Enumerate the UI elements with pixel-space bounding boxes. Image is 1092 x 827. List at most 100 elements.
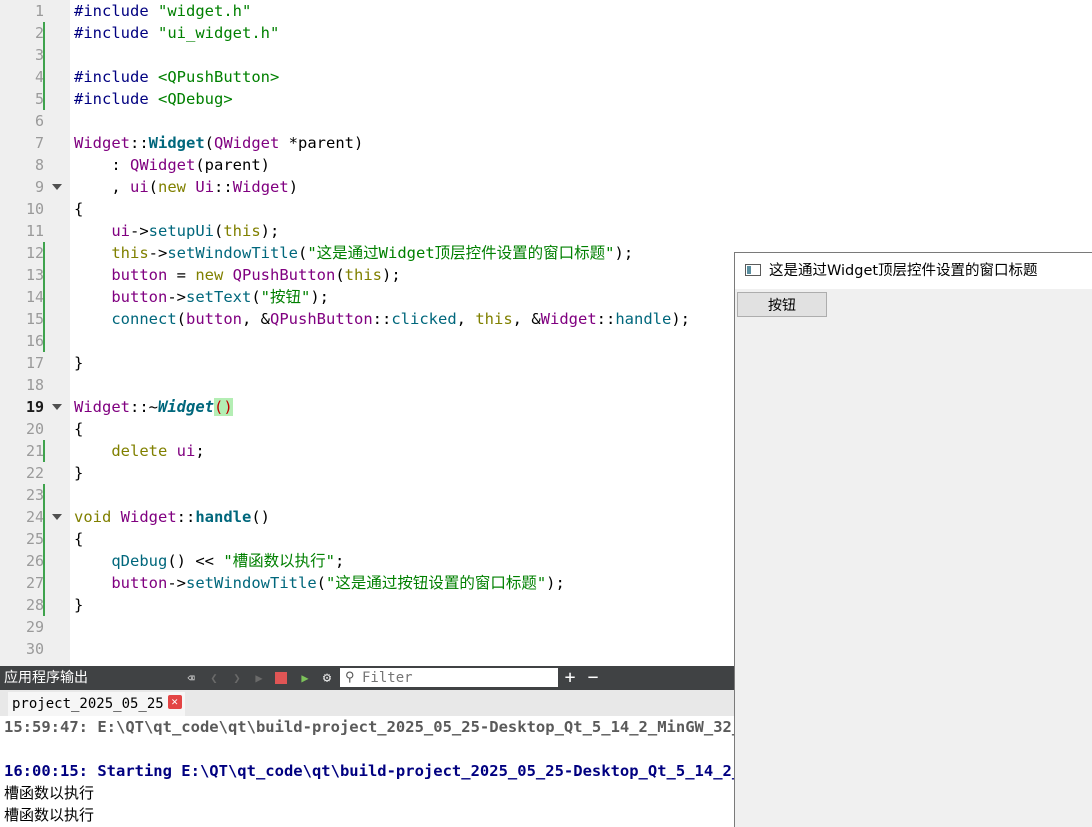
output-pane-toolbar: 应用程序输出 ⌫ ❮ ❯ ▶ ▶ ⚙ ⚲ + −	[0, 666, 734, 690]
code-line: 5 #include <QDebug>	[0, 88, 1092, 110]
close-icon[interactable]: ✕	[167, 694, 182, 709]
window-icon	[745, 264, 761, 276]
stop-icon[interactable]	[275, 672, 287, 684]
line-number: 18	[25, 376, 44, 394]
arrow-right-icon[interactable]: ❯	[230, 671, 244, 685]
code-text: qDebug() << "槽函数以执行";	[111, 552, 345, 570]
line-number: 14	[25, 288, 44, 306]
debug-run-icon[interactable]: ▶	[298, 671, 312, 685]
line-number: 9	[34, 178, 44, 196]
line-number: 3	[34, 46, 44, 64]
code-line: 8 : QWidget(parent)	[0, 154, 1092, 176]
code-line: 2 #include "ui_widget.h"	[0, 22, 1092, 44]
code-text: button = new QPushButton(this);	[111, 266, 401, 284]
filter-input[interactable]	[362, 668, 552, 687]
line-number: 30	[25, 640, 44, 658]
code-text: {	[74, 420, 84, 438]
code-line: 6	[0, 110, 1092, 132]
line-number: 23	[25, 486, 44, 504]
line-number: 5	[34, 90, 44, 108]
app-window: 这是通过Widget顶层控件设置的窗口标题 按钮	[734, 252, 1092, 827]
fold-arrow-icon[interactable]	[52, 184, 62, 190]
line-number: 13	[25, 266, 44, 284]
line-number: 7	[34, 134, 44, 152]
modified-line-marker	[43, 66, 45, 88]
code-text: #include "widget.h"	[74, 2, 252, 20]
code-text: #include "ui_widget.h"	[74, 24, 280, 42]
modified-line-marker	[43, 506, 45, 528]
fold-arrow-icon[interactable]	[52, 404, 62, 410]
code-line: 9 , ui(new Ui::Widget)	[0, 176, 1092, 198]
modified-line-marker	[43, 264, 45, 286]
line-number: 8	[34, 156, 44, 174]
search-icon: ⚲	[345, 670, 355, 685]
output-line: 15:59:47: E:\QT\qt_code\qt\build-project…	[4, 718, 734, 736]
modified-line-marker	[43, 308, 45, 330]
code-text: , ui(new Ui::Widget)	[74, 178, 299, 196]
line-number: 17	[25, 354, 44, 372]
broom-icon[interactable]: ⌫	[184, 671, 198, 685]
code-text: }	[74, 464, 84, 482]
line-number: 28	[25, 596, 44, 614]
code-line: 10 {	[0, 198, 1092, 220]
line-number: 15	[25, 310, 44, 328]
code-text: delete ui;	[111, 442, 205, 460]
line-number: 20	[25, 420, 44, 438]
line-number: 2	[34, 24, 44, 42]
output-tab-label: project_2025_05_25	[12, 696, 164, 712]
arrow-left-icon[interactable]: ❮	[207, 671, 221, 685]
modified-line-marker	[43, 594, 45, 616]
line-number: 26	[25, 552, 44, 570]
code-text: Widget::~Widget()	[74, 398, 233, 416]
modified-line-marker	[43, 572, 45, 594]
line-number: 1	[34, 2, 44, 20]
code-text: Widget::Widget(QWidget *parent)	[74, 134, 364, 152]
line-number: 25	[25, 530, 44, 548]
modified-line-marker	[43, 528, 45, 550]
gear-icon[interactable]: ⚙	[320, 671, 334, 685]
filter-box[interactable]: ⚲	[340, 668, 558, 687]
code-text: {	[74, 200, 84, 218]
run-icon[interactable]: ▶	[252, 671, 266, 685]
modified-line-marker	[43, 88, 45, 110]
code-text: }	[74, 354, 84, 372]
code-line: 3	[0, 44, 1092, 66]
app-button[interactable]: 按钮	[737, 292, 827, 317]
modified-line-marker	[43, 242, 45, 264]
code-line: 7 Widget::Widget(QWidget *parent)	[0, 132, 1092, 154]
minus-icon[interactable]: −	[586, 669, 600, 687]
line-number: 21	[25, 442, 44, 460]
plus-icon[interactable]: +	[563, 669, 577, 687]
line-number: 10	[25, 200, 44, 218]
line-number: 27	[25, 574, 44, 592]
code-text: button->setWindowTitle("这是通过按钮设置的窗口标题");	[111, 574, 565, 592]
output-tab-row: project_2025_05_25 ✕	[0, 690, 734, 716]
modified-line-marker	[43, 22, 45, 44]
line-number: 11	[25, 222, 44, 240]
modified-line-marker	[43, 330, 45, 352]
code-line: 4 #include <QPushButton>	[0, 66, 1092, 88]
modified-line-marker	[43, 286, 45, 308]
code-text: #include <QPushButton>	[74, 68, 280, 86]
modified-line-marker	[43, 440, 45, 462]
code-text: }	[74, 596, 84, 614]
code-text: {	[74, 530, 84, 548]
output-tab[interactable]: project_2025_05_25 ✕	[8, 692, 185, 716]
code-line: 11 ui->setupUi(this);	[0, 220, 1092, 242]
code-text: connect(button, &QPushButton::clicked, t…	[111, 310, 690, 328]
app-window-titlebar[interactable]: 这是通过Widget顶层控件设置的窗口标题	[735, 253, 1092, 289]
line-number: 6	[34, 112, 44, 130]
fold-arrow-icon[interactable]	[52, 514, 62, 520]
line-number: 22	[25, 464, 44, 482]
app-window-title: 这是通过Widget顶层控件设置的窗口标题	[769, 263, 1038, 279]
code-line: 1 #include "widget.h"	[0, 0, 1092, 22]
line-number: 12	[25, 244, 44, 262]
code-text: button->setText("按钮");	[111, 288, 330, 306]
line-number: 24	[25, 508, 44, 526]
output-line: 槽函数以执行	[4, 784, 95, 802]
output-text-area: 15:59:47: E:\QT\qt_code\qt\build-project…	[0, 716, 734, 827]
line-number: 19	[25, 398, 44, 416]
output-pane-title: 应用程序输出	[4, 670, 88, 686]
code-text: ui->setupUi(this);	[111, 222, 280, 240]
output-line: 槽函数以执行	[4, 806, 95, 824]
